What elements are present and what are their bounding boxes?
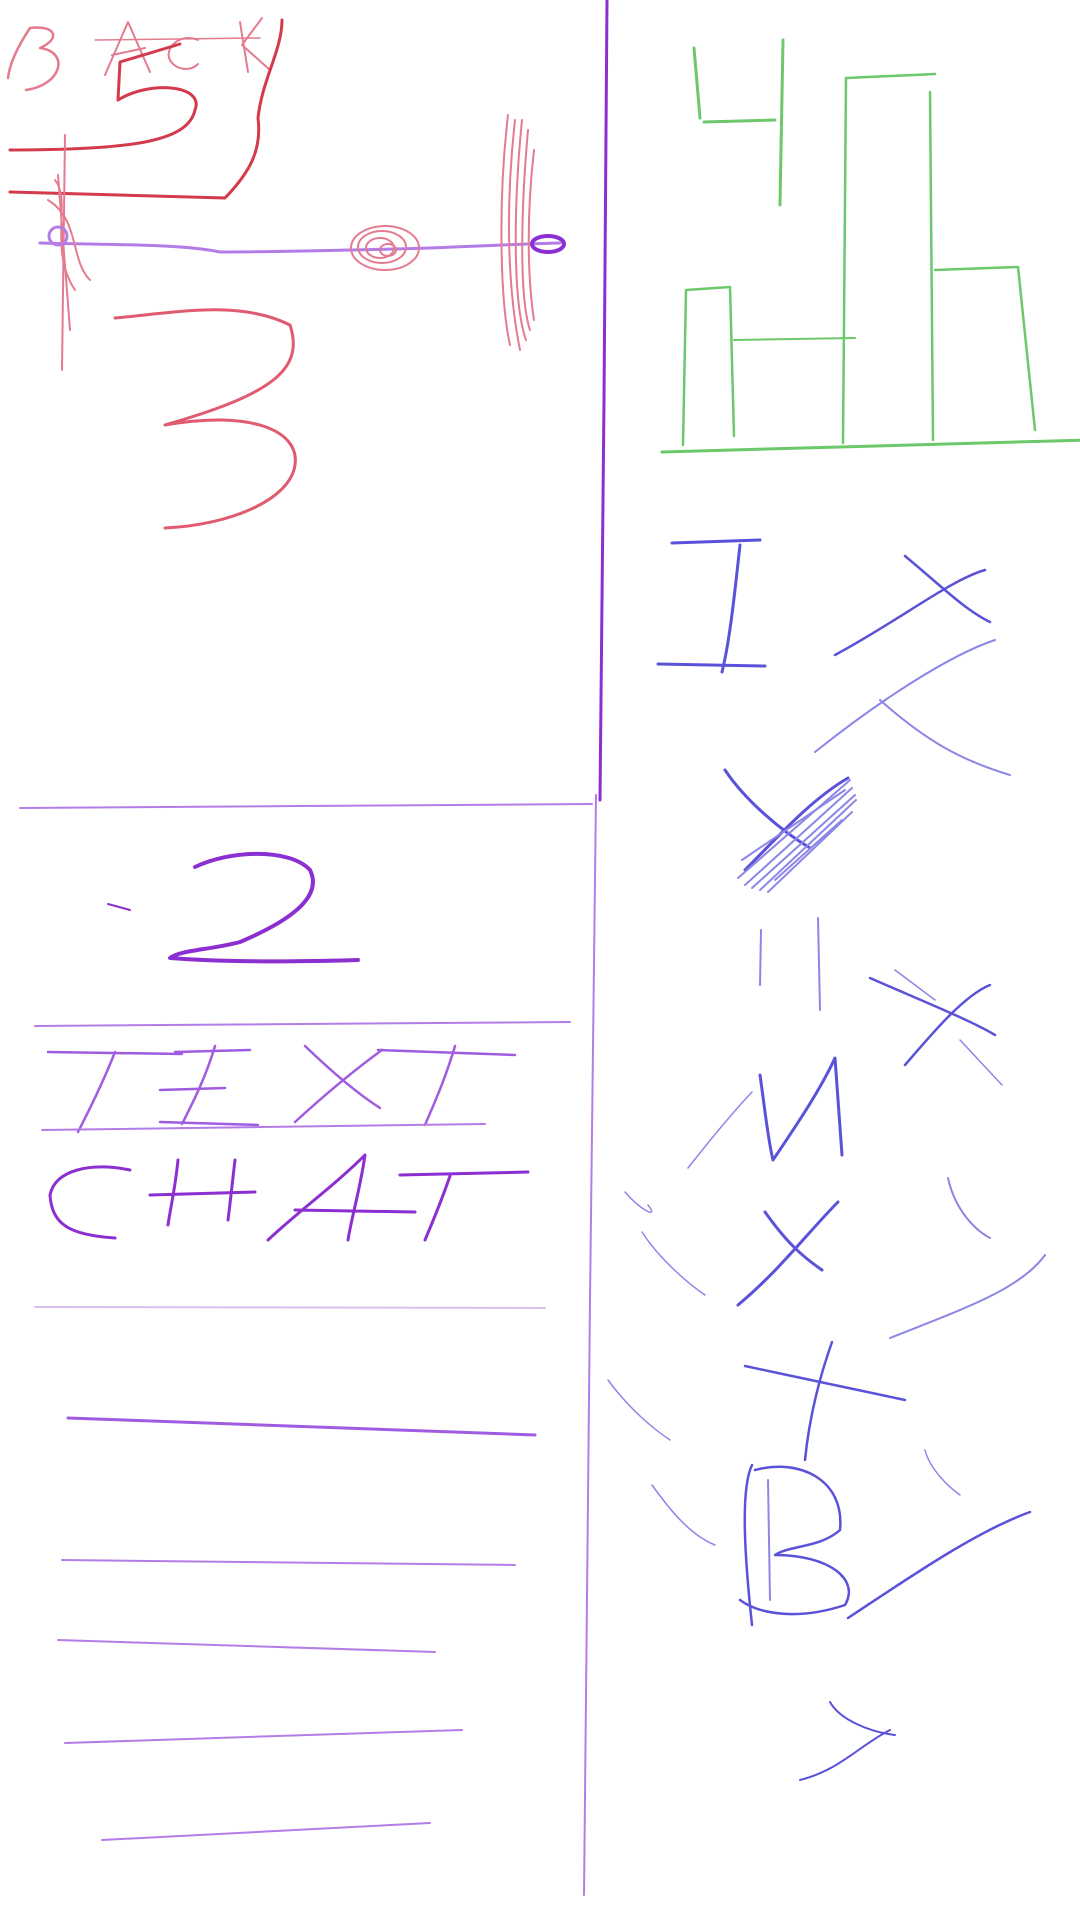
letter-m-faint: [687, 1091, 753, 1169]
rule-4: [61, 1559, 516, 1566]
tick-marks: [759, 917, 821, 1011]
letter-y-scribble: [737, 779, 857, 893]
sketch-svg[interactable]: [0, 0, 1080, 1920]
letter-b-stem: [767, 1479, 771, 1601]
word-chat: [48, 1153, 530, 1242]
letter-b: [738, 1463, 851, 1627]
rule-5: [57, 1639, 436, 1653]
panel-dividers: [19, 0, 609, 1896]
bar-1: [681, 285, 736, 447]
vertical-divider-bottom: [583, 794, 597, 1896]
drawing-canvas[interactable]: [0, 0, 1080, 1920]
blue-letter-column: [607, 538, 1046, 1781]
back-letter-b: [6, 26, 60, 92]
top-left-sketch: [6, 17, 566, 530]
digit-5-hook: [8, 18, 284, 200]
bar-3: [841, 72, 937, 445]
letter-m: [758, 1056, 844, 1162]
bar-4: [933, 265, 1037, 432]
word-text-underline: [41, 1123, 486, 1131]
bottom-left-sketch: [34, 851, 571, 1841]
digit-5: [8, 42, 198, 152]
word-text: [46, 1044, 517, 1134]
digit-2: [168, 851, 360, 964]
letter-y: [723, 768, 850, 872]
back-letter-a: [104, 21, 151, 76]
letter-x-4: [736, 1200, 840, 1307]
slider-left-mark: [47, 134, 91, 371]
green-bar-sketch: [660, 38, 1080, 454]
small-tick: [107, 903, 131, 911]
letter-x-5: [799, 1701, 896, 1781]
faint-arc-4: [924, 1449, 961, 1496]
digit-3: [113, 308, 297, 530]
letter-x-3: [868, 976, 997, 1067]
chart-axis: [660, 438, 1080, 454]
rule-7: [101, 1822, 431, 1841]
digit-4: [692, 38, 785, 207]
back-letter-k: [239, 17, 271, 73]
slash-line: [846, 1510, 1032, 1620]
back-letter-c: [167, 37, 199, 70]
vertical-divider-top: [598, 0, 609, 802]
letter-t: [743, 1340, 907, 1462]
letter-i: [656, 538, 767, 674]
letter-x-1: [833, 554, 992, 657]
rule-6: [64, 1729, 463, 1744]
letter-x-2: [814, 639, 1011, 776]
faint-arc-2: [889, 1177, 1046, 1339]
rule-3: [66, 1416, 537, 1437]
rule-1: [34, 1021, 571, 1027]
faint-arc-3: [607, 1379, 716, 1546]
back-underline: [94, 37, 261, 41]
rule-2: [34, 1306, 546, 1309]
horizontal-divider-left: [19, 803, 593, 809]
bar-2: [733, 337, 856, 341]
slider-track: [38, 241, 562, 254]
slider-right-mark: [500, 114, 535, 351]
faint-arc-1: [624, 1191, 706, 1296]
